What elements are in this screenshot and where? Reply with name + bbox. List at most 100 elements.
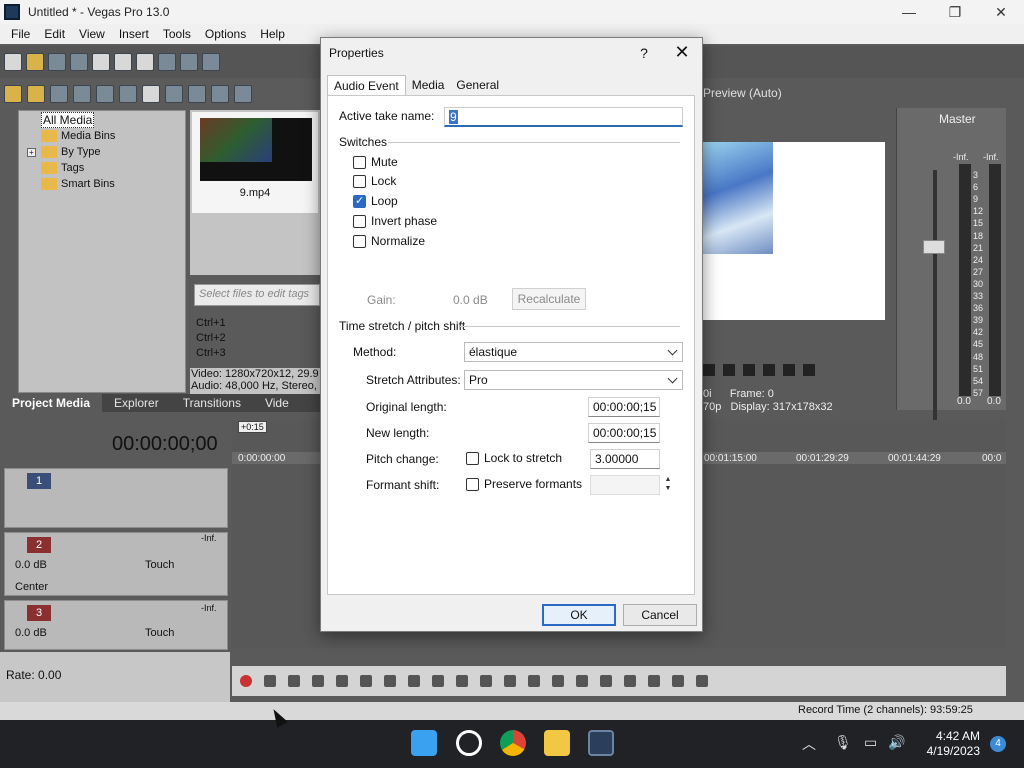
automation-mode[interactable]: Touch <box>145 559 174 571</box>
dialog-close-button[interactable]: ✕ <box>667 40 697 64</box>
go-to-end-icon[interactable] <box>763 364 775 376</box>
automation-mode[interactable]: Touch <box>145 627 174 639</box>
search-icon[interactable] <box>456 730 482 756</box>
tree-item-all-media[interactable]: All Media <box>41 112 95 128</box>
next-frame-icon[interactable] <box>803 364 815 376</box>
tree-item-by-type[interactable]: By Type <box>41 144 101 160</box>
volume-icon[interactable]: 🔊 <box>888 734 905 751</box>
original-length-field[interactable]: 00:00:00;15 <box>588 397 660 417</box>
loop-playback-icon[interactable] <box>264 675 276 687</box>
stop-icon[interactable] <box>360 675 372 687</box>
minimize-button[interactable]: — <box>886 0 932 24</box>
track-header-2[interactable]: 2 0.0 dB Center Touch -Inf. <box>4 532 228 596</box>
pitch-change-field[interactable]: 3.00000 <box>590 449 660 469</box>
formant-spinner[interactable]: ▲ ▼ <box>664 475 672 493</box>
menu-view[interactable]: View <box>72 27 112 41</box>
maximize-button[interactable]: ❐ <box>932 0 978 24</box>
delete-icon[interactable] <box>576 675 588 687</box>
marker-icon[interactable] <box>672 675 684 687</box>
previous-frame-icon[interactable] <box>783 364 795 376</box>
tree-item-tags[interactable]: Tags <box>41 160 84 176</box>
notification-badge[interactable]: 4 <box>990 736 1006 752</box>
media-item-thumbnail[interactable]: 9.mp4 <box>192 112 318 213</box>
mute-checkbox[interactable]: Mute <box>353 155 398 169</box>
pause-icon[interactable] <box>336 675 348 687</box>
go-to-start-icon[interactable] <box>384 675 396 687</box>
lock-icon[interactable] <box>648 675 660 687</box>
menu-tools[interactable]: Tools <box>156 27 198 41</box>
trim-icon[interactable] <box>600 675 612 687</box>
tab-transitions[interactable]: Transitions <box>171 396 253 410</box>
properties-icon[interactable] <box>92 53 110 71</box>
tree-item-smart-bins[interactable]: Smart Bins <box>41 176 115 192</box>
cancel-button[interactable]: Cancel <box>623 604 697 626</box>
auto-preview-icon[interactable] <box>234 85 252 103</box>
web-media-icon[interactable] <box>73 85 91 103</box>
play-from-start-icon[interactable] <box>288 675 300 687</box>
preview-quality-dropdown[interactable]: Preview (Auto) <box>703 86 782 100</box>
file-explorer-icon[interactable] <box>544 730 570 756</box>
method-select[interactable]: élastique <box>464 342 683 362</box>
chrome-icon[interactable] <box>500 730 526 756</box>
zoom-tool-icon[interactable] <box>552 675 564 687</box>
tab-video-fx[interactable]: Vide <box>253 396 301 410</box>
next-frame-icon[interactable] <box>456 675 468 687</box>
save-as-icon[interactable] <box>70 53 88 71</box>
tags-input[interactable]: Select files to edit tags <box>194 284 320 306</box>
vegas-taskbar-icon[interactable] <box>588 730 614 756</box>
new-length-field[interactable]: 00:00:00;15 <box>588 423 660 443</box>
copy-icon[interactable] <box>136 53 154 71</box>
capture-video-icon[interactable] <box>27 85 45 103</box>
search-media-icon[interactable] <box>96 85 114 103</box>
menu-file[interactable]: File <box>4 27 37 41</box>
tab-explorer[interactable]: Explorer <box>102 396 171 410</box>
ok-button[interactable]: OK <box>542 604 616 626</box>
lock-checkbox[interactable]: Lock <box>353 174 396 188</box>
recalculate-button[interactable]: Recalculate <box>512 288 586 310</box>
record-icon[interactable] <box>240 675 252 687</box>
media-fx-icon[interactable] <box>165 85 183 103</box>
open-folder-icon[interactable] <box>26 53 44 71</box>
pause-icon[interactable] <box>703 364 715 376</box>
start-icon[interactable] <box>411 730 437 756</box>
normalize-checkbox[interactable]: Normalize <box>353 234 425 248</box>
menu-options[interactable]: Options <box>198 27 253 41</box>
new-project-icon[interactable] <box>4 53 22 71</box>
track-header-1[interactable]: 1 <box>4 468 228 528</box>
track-header-3[interactable]: 3 0.0 dB Touch -Inf. <box>4 600 228 650</box>
split-icon[interactable] <box>624 675 636 687</box>
stop-icon[interactable] <box>723 364 735 376</box>
microphone-icon[interactable]: 🎙 <box>834 734 852 751</box>
tab-audio-event[interactable]: Audio Event <box>327 75 406 95</box>
expand-by-type-icon[interactable]: + <box>27 148 36 157</box>
region-icon[interactable] <box>696 675 708 687</box>
tab-project-media[interactable]: Project Media <box>0 394 103 412</box>
preserve-formants-checkbox[interactable]: Preserve formants <box>466 477 582 491</box>
menu-help[interactable]: Help <box>253 27 292 41</box>
formant-shift-field[interactable] <box>590 475 660 495</box>
remove-media-icon[interactable] <box>119 85 137 103</box>
tab-media[interactable]: Media <box>406 75 451 95</box>
cut-icon[interactable] <box>114 53 132 71</box>
play-icon[interactable] <box>312 675 324 687</box>
import-media-icon[interactable] <box>4 85 22 103</box>
save-icon[interactable] <box>48 53 66 71</box>
help-button[interactable]: ? <box>631 42 657 64</box>
redo-icon[interactable] <box>202 53 220 71</box>
play-preview-icon[interactable] <box>188 85 206 103</box>
go-to-end-icon[interactable] <box>408 675 420 687</box>
stop-preview-icon[interactable] <box>211 85 229 103</box>
tray-overflow-icon[interactable]: ︿ <box>802 734 816 754</box>
clock[interactable]: 4:42 AM 4/19/2023 <box>927 729 980 759</box>
menu-edit[interactable]: Edit <box>37 27 72 41</box>
tree-item-media-bins[interactable]: Media Bins <box>41 128 115 144</box>
get-photo-icon[interactable] <box>50 85 68 103</box>
normal-edit-tool-icon[interactable] <box>480 675 492 687</box>
master-fader[interactable] <box>923 240 945 254</box>
menu-insert[interactable]: Insert <box>112 27 156 41</box>
loop-checkbox[interactable]: Loop <box>353 194 398 208</box>
selection-tool-icon[interactable] <box>528 675 540 687</box>
network-icon[interactable]: ▭ <box>864 734 877 751</box>
go-to-start-icon[interactable] <box>743 364 755 376</box>
previous-frame-icon[interactable] <box>432 675 444 687</box>
